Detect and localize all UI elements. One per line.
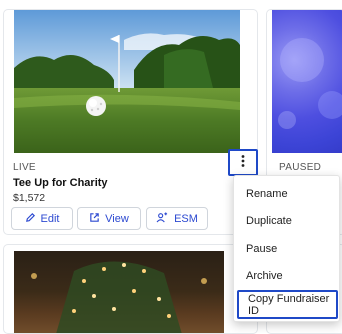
menu-item-pause[interactable]: Pause	[234, 235, 339, 262]
menu-item-copy-fundraiser-id[interactable]: Copy Fundraiser ID	[237, 290, 338, 319]
context-menu: Rename Duplicate Pause Archive Copy Fund…	[233, 175, 340, 322]
status-label: LIVE	[13, 162, 36, 173]
edit-button[interactable]: Edit	[11, 207, 73, 230]
fundraiser-card[interactable]: LIVE Tee Up for Charity $1,572 Edit View…	[3, 9, 258, 235]
fundraiser-title: Tee Up for Charity	[13, 177, 108, 189]
status-label: PAUSED	[279, 162, 322, 173]
menu-item-rename[interactable]: Rename	[234, 180, 339, 207]
amount-raised: $1,572	[13, 192, 46, 204]
menu-item-archive[interactable]: Archive	[234, 262, 339, 289]
menu-item-duplicate[interactable]: Duplicate	[234, 207, 339, 234]
fundraiser-image-abstract	[272, 10, 342, 153]
view-button-label: View	[105, 212, 129, 225]
pencil-icon	[25, 212, 36, 226]
more-vertical-icon	[241, 154, 245, 172]
view-button[interactable]: View	[77, 207, 141, 230]
fundraiser-image-golf	[14, 10, 240, 153]
more-options-button[interactable]	[228, 149, 258, 176]
esm-button-label: ESM	[174, 212, 198, 225]
edit-button-label: Edit	[40, 212, 60, 225]
esm-button[interactable]: ESM	[146, 207, 208, 230]
fundraiser-image-lights	[14, 251, 224, 333]
fundraiser-card[interactable]	[3, 244, 258, 334]
external-link-icon	[89, 212, 100, 226]
user-group-icon	[156, 211, 169, 226]
